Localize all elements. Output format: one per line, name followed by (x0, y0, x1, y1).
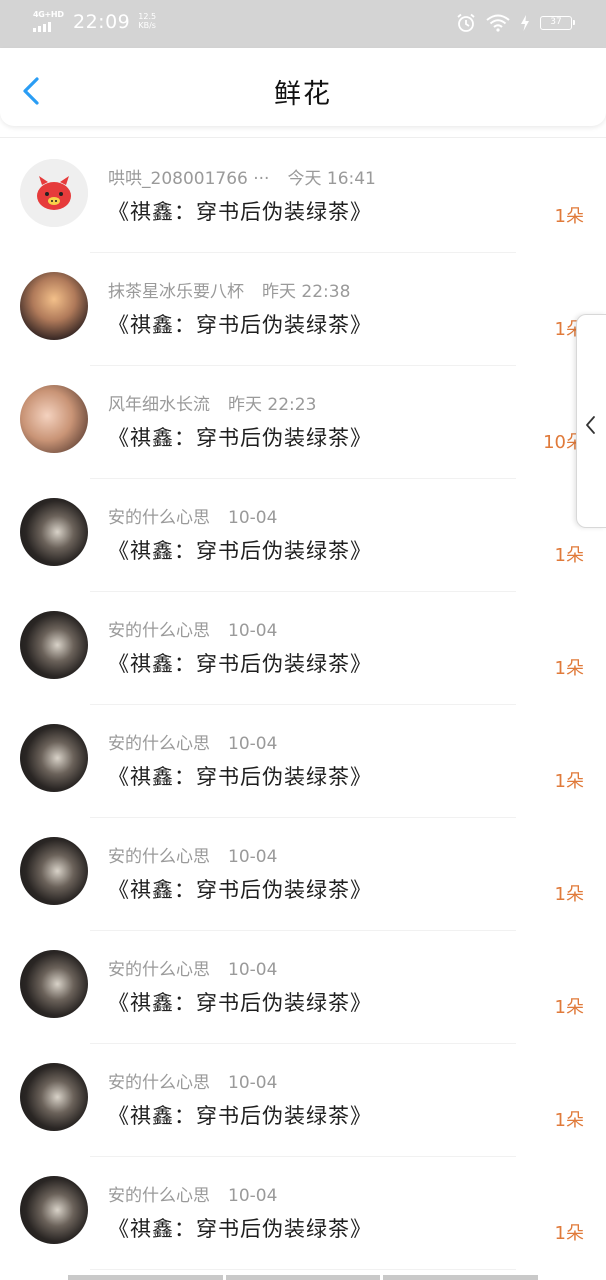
flower-count: 1朵 (554, 658, 584, 679)
charging-icon (521, 15, 529, 31)
cell-signal-icon: 4G+HD (33, 10, 64, 32)
username[interactable]: 抹茶星冰乐要八杯 (108, 282, 244, 302)
book-title[interactable]: 《祺鑫：穿书后伪装绿茶》 (108, 422, 372, 452)
item-meta: 安的什么心思 10-04 (108, 1181, 277, 1206)
username[interactable]: 安的什么心思 (108, 1073, 210, 1093)
timestamp: 今天 16:41 (287, 169, 376, 189)
timestamp: 10-04 (228, 1073, 278, 1093)
flower-count: 1朵 (554, 1223, 584, 1244)
flower-count: 1朵 (554, 771, 584, 792)
avatar[interactable] (20, 837, 88, 905)
username[interactable]: 安的什么心思 (108, 960, 210, 980)
list-item[interactable]: 抹茶星冰乐要八杯 昨天 22:38 《祺鑫：穿书后伪装绿茶》 1朵 (0, 253, 606, 366)
network-type: 4G+HD (33, 10, 64, 19)
item-meta: 安的什么心思 10-04 (108, 729, 277, 754)
book-title[interactable]: 《祺鑫：穿书后伪装绿茶》 (108, 535, 372, 565)
timestamp: 10-04 (228, 734, 278, 754)
avatar[interactable] (20, 1176, 88, 1244)
username[interactable]: 风年细水长流 (108, 395, 210, 415)
list-item[interactable]: 安的什么心思 10-04 《祺鑫：穿书后伪装绿茶》 1朵 (0, 1044, 606, 1157)
flower-count: 1朵 (554, 884, 584, 905)
avatar[interactable] (20, 724, 88, 792)
book-title[interactable]: 《祺鑫：穿书后伪装绿茶》 (108, 196, 372, 226)
item-meta: 安的什么心思 10-04 (108, 503, 277, 528)
item-meta: 安的什么心思 10-04 (108, 1068, 277, 1093)
wifi-icon (486, 14, 510, 32)
bottom-indicator (68, 1275, 539, 1280)
divider (0, 137, 606, 138)
avatar[interactable] (20, 611, 88, 679)
list-item[interactable]: 安的什么心思 10-04 《祺鑫：穿书后伪装绿茶》 1朵 (0, 592, 606, 705)
timestamp: 10-04 (228, 960, 278, 980)
row-divider (90, 1269, 516, 1270)
chevron-left-icon (586, 416, 595, 434)
side-drawer-handle[interactable] (576, 314, 606, 528)
list-item[interactable]: 哄哄_208001766 ··· 今天 16:41 《祺鑫：穿书后伪装绿茶》 1朵 (0, 140, 606, 253)
username[interactable]: 安的什么心思 (108, 734, 210, 754)
list-item[interactable]: 安的什么心思 10-04 《祺鑫：穿书后伪装绿茶》 1朵 (0, 479, 606, 592)
username[interactable]: 安的什么心思 (108, 1186, 210, 1206)
timestamp: 昨天 22:23 (228, 395, 317, 415)
alarm-icon (457, 13, 475, 32)
book-title[interactable]: 《祺鑫：穿书后伪装绿茶》 (108, 648, 372, 678)
clock: 22:09 (73, 11, 131, 33)
flower-count: 1朵 (554, 206, 584, 227)
item-meta: 抹茶星冰乐要八杯 昨天 22:38 (108, 277, 350, 302)
network-speed: 12.5 KB/s (138, 12, 157, 30)
username[interactable]: 哄哄_208001766 ··· (108, 169, 269, 189)
timestamp: 10-04 (228, 847, 278, 867)
item-meta: 安的什么心思 10-04 (108, 955, 277, 980)
list-item[interactable]: 安的什么心思 10-04 《祺鑫：穿书后伪装绿茶》 1朵 (0, 705, 606, 818)
list-item[interactable]: 安的什么心思 10-04 《祺鑫：穿书后伪装绿茶》 1朵 (0, 931, 606, 1044)
book-title[interactable]: 《祺鑫：穿书后伪装绿茶》 (108, 1100, 372, 1130)
book-title[interactable]: 《祺鑫：穿书后伪装绿茶》 (108, 987, 372, 1017)
avatar[interactable] (20, 385, 88, 453)
list-item[interactable]: 安的什么心思 10-04 《祺鑫：穿书后伪装绿茶》 1朵 (0, 818, 606, 931)
item-meta: 安的什么心思 10-04 (108, 616, 277, 641)
book-title[interactable]: 《祺鑫：穿书后伪装绿茶》 (108, 761, 372, 791)
status-bar: 4G+HD 22:09 12.5 KB/s 37 (0, 0, 606, 48)
flower-count: 1朵 (554, 545, 584, 566)
timestamp: 10-04 (228, 1186, 278, 1206)
item-meta: 风年细水长流 昨天 22:23 (108, 390, 316, 415)
title-bar: 鲜花 (0, 48, 606, 126)
avatar[interactable] (20, 272, 88, 340)
avatar[interactable] (20, 1063, 88, 1131)
item-meta: 哄哄_208001766 ··· 今天 16:41 (108, 164, 376, 189)
book-title[interactable]: 《祺鑫：穿书后伪装绿茶》 (108, 309, 372, 339)
avatar[interactable] (20, 498, 88, 566)
page-title: 鲜花 (274, 79, 332, 110)
flower-list: 哄哄_208001766 ··· 今天 16:41 《祺鑫：穿书后伪装绿茶》 1朵 抹茶… (0, 140, 606, 1270)
timestamp: 10-04 (228, 508, 278, 528)
flower-count: 1朵 (554, 997, 584, 1018)
book-title[interactable]: 《祺鑫：穿书后伪装绿茶》 (108, 1213, 372, 1243)
timestamp: 10-04 (228, 621, 278, 641)
list-item[interactable]: 风年细水长流 昨天 22:23 《祺鑫：穿书后伪装绿茶》 10朵 (0, 366, 606, 479)
item-meta: 安的什么心思 10-04 (108, 842, 277, 867)
timestamp: 昨天 22:38 (262, 282, 351, 302)
username[interactable]: 安的什么心思 (108, 508, 210, 528)
avatar[interactable] (20, 950, 88, 1018)
battery-icon: 37 (540, 16, 575, 30)
flower-count: 1朵 (554, 1110, 584, 1131)
username[interactable]: 安的什么心思 (108, 621, 210, 641)
book-title[interactable]: 《祺鑫：穿书后伪装绿茶》 (108, 874, 372, 904)
username[interactable]: 安的什么心思 (108, 847, 210, 867)
list-item[interactable]: 安的什么心思 10-04 《祺鑫：穿书后伪装绿茶》 1朵 (0, 1157, 606, 1270)
avatar[interactable] (20, 159, 88, 227)
